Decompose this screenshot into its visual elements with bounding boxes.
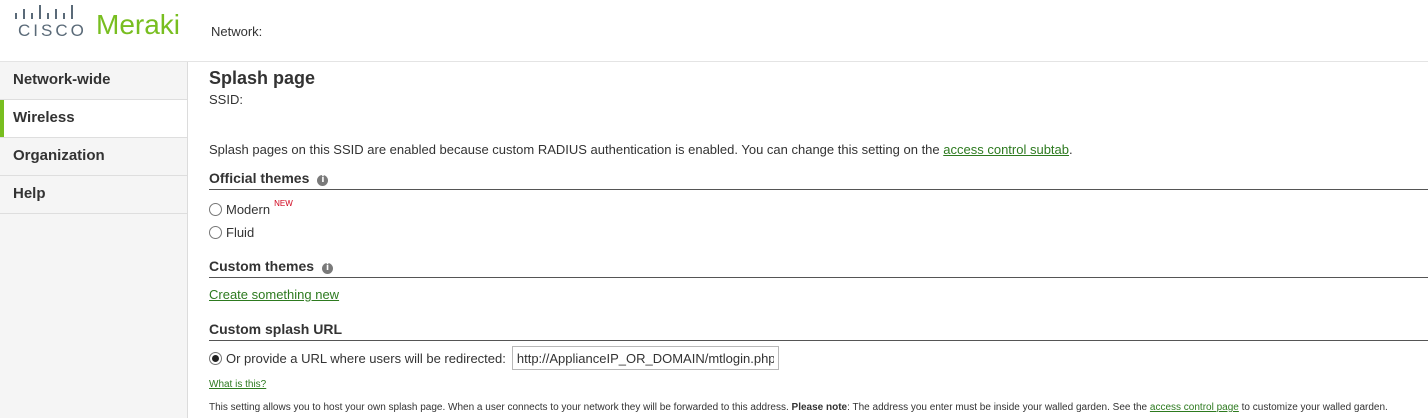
custom-splash-url-header: Custom splash URL (209, 321, 1428, 341)
sidebar-item-organization[interactable]: Organization (0, 138, 187, 176)
note-text: : The address you enter must be inside y… (847, 402, 1150, 413)
access-control-page-link[interactable]: access control page (1150, 402, 1239, 413)
info-text-suffix: . (1069, 142, 1073, 157)
theme-option-modern[interactable]: Modern NEW (209, 199, 293, 217)
main-content: Splash page SSID: Splash pages on this S… (209, 62, 1428, 418)
what-is-this-link[interactable]: What is this? (209, 379, 266, 390)
cisco-wordmark: CISCO (18, 21, 87, 40)
note-bold: Please note (791, 402, 848, 413)
sidebar-item-label: Help (13, 185, 46, 202)
page-title: Splash page (209, 68, 316, 88)
new-badge: NEW (274, 199, 293, 208)
fluid-radio[interactable] (209, 226, 222, 239)
modern-radio[interactable] (209, 203, 222, 216)
custom-splash-url-input[interactable] (511, 346, 779, 370)
custom-themes-header: Custom themes i (209, 258, 1428, 278)
sidebar-item-label: Organization (13, 147, 105, 164)
header: CISCO Meraki Network: (0, 0, 1428, 62)
cisco-bars-icon (15, 5, 73, 19)
info-icon[interactable]: i (317, 175, 329, 186)
sidebar: Network-wide Wireless Organization Help (0, 62, 188, 418)
custom-url-option[interactable]: Or provide a URL where users will be red… (209, 346, 779, 370)
note-text: This setting allows you to host your own… (209, 402, 792, 413)
note-text: to customize your walled garden. (1238, 402, 1388, 413)
custom-splash-url-title: Custom splash URL (209, 321, 343, 337)
cisco-meraki-logo[interactable]: CISCO Meraki (14, 4, 189, 44)
ssid-label: SSID: (209, 92, 243, 107)
sidebar-item-label: Network-wide (13, 71, 111, 88)
official-themes-title: Official themes (209, 170, 310, 186)
create-something-new-link[interactable]: Create something new (209, 287, 339, 302)
custom-splash-note: This setting allows you to host your own… (209, 402, 1388, 413)
sidebar-item-wireless[interactable]: Wireless (0, 100, 187, 138)
network-label: Network: (211, 24, 263, 39)
modern-label: Modern (226, 202, 271, 217)
info-text-prefix: Splash pages on this SSID are enabled be… (209, 142, 944, 157)
fluid-label: Fluid (226, 225, 255, 240)
sidebar-item-network-wide[interactable]: Network-wide (0, 62, 187, 100)
access-control-subtab-link[interactable]: access control subtab (943, 142, 1069, 157)
meraki-wordmark: Meraki (96, 9, 181, 40)
sidebar-item-help[interactable]: Help (0, 176, 187, 214)
custom-url-radio[interactable] (209, 351, 222, 365)
sidebar-item-label: Wireless (13, 109, 75, 126)
official-themes-header: Official themes i (209, 170, 1428, 190)
custom-url-label: Or provide a URL where users will be red… (226, 350, 506, 366)
info-icon[interactable]: i (322, 263, 334, 274)
theme-option-fluid[interactable]: Fluid (209, 225, 254, 240)
custom-themes-title: Custom themes (209, 258, 315, 274)
splash-info-text: Splash pages on this SSID are enabled be… (209, 142, 1073, 157)
